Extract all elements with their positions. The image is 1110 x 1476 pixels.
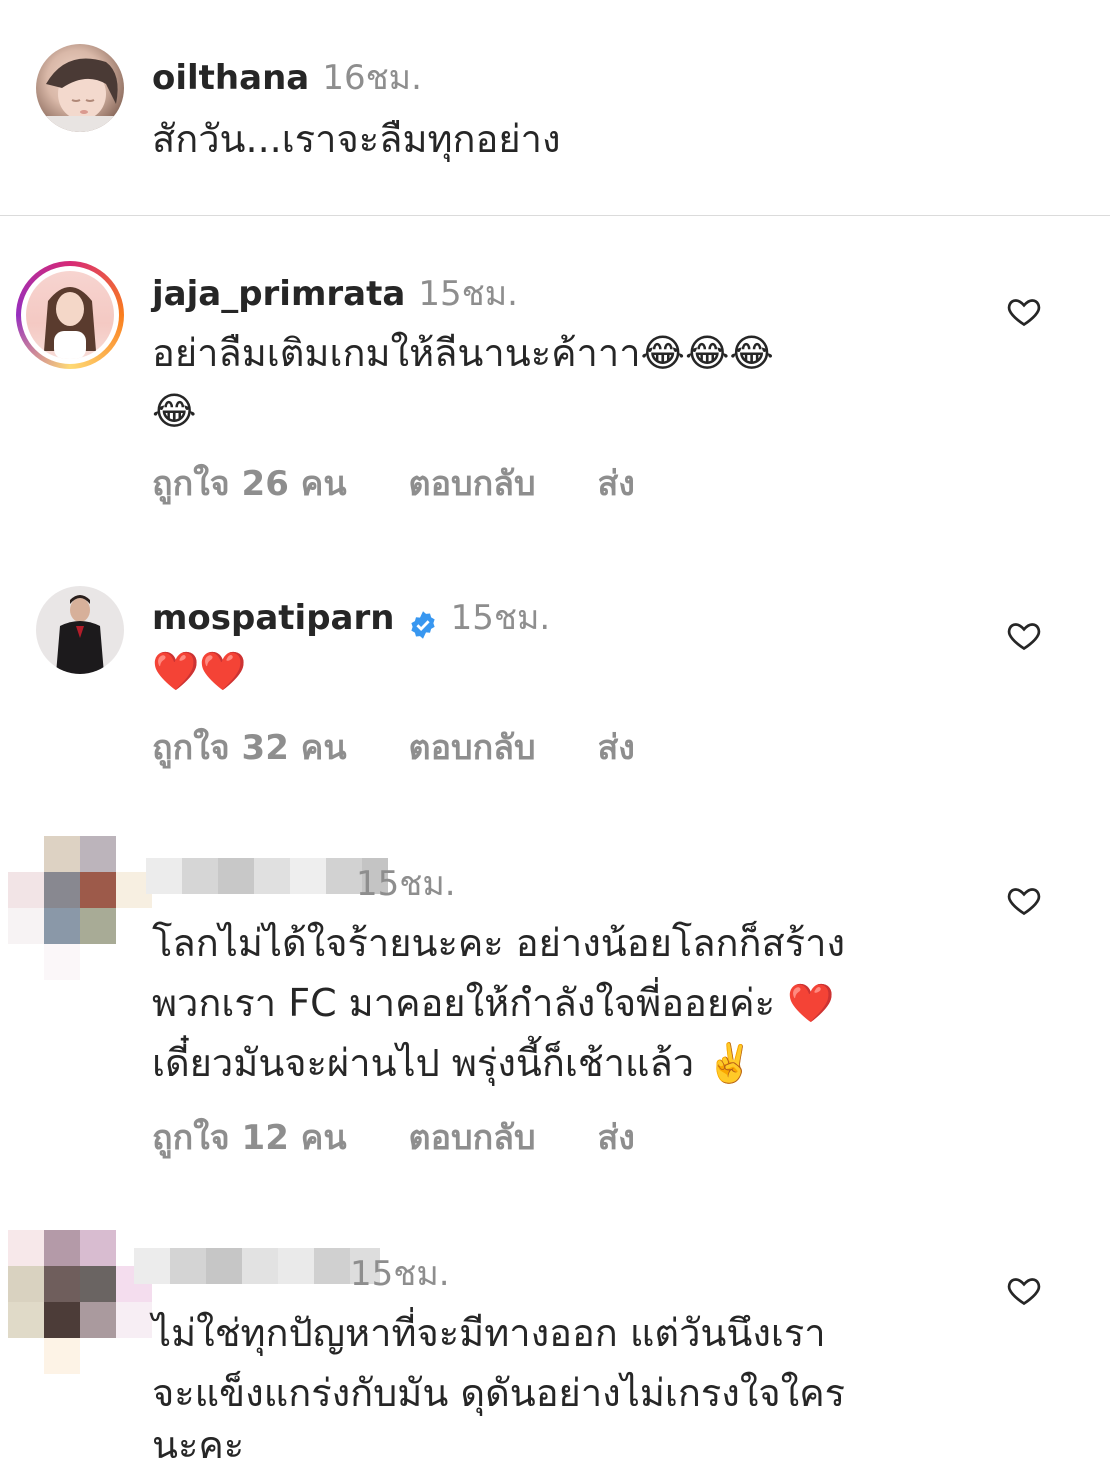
avatar-pixelated[interactable] — [8, 836, 152, 980]
likes-count[interactable]: ถูกใจ 32 คน — [152, 728, 347, 768]
avatar-image — [36, 58, 124, 132]
hidden-username — [134, 1248, 380, 1284]
comment-header: jaja_primrata 15ชม. — [152, 266, 518, 320]
comment-time: 15ชม. — [450, 598, 551, 638]
heart-outline-icon[interactable] — [1006, 1272, 1042, 1308]
likes-count[interactable]: ถูกใจ 12 คน — [152, 1118, 347, 1158]
comment-header: mospatiparn 15ชม. — [152, 590, 550, 644]
comment-actions: ถูกใจ 12 คน ตอบกลับ ส่ง — [152, 1110, 685, 1164]
heart-outline-icon[interactable] — [1006, 293, 1042, 329]
comment-text-line: โลกไม่ได้ใจร้ายนะคะ อย่างน้อยโลกก็สร้าง — [152, 921, 846, 965]
send-button[interactable]: ส่ง — [597, 728, 634, 768]
comment-text-line: 😂 — [152, 389, 197, 433]
username[interactable]: mospatiparn — [152, 598, 394, 638]
verified-badge-icon — [410, 610, 435, 639]
reply-button[interactable]: ตอบกลับ — [409, 464, 536, 504]
reply-button[interactable]: ตอบกลับ — [409, 1118, 536, 1158]
hidden-username — [146, 858, 388, 894]
heart-outline-icon[interactable] — [1006, 617, 1042, 653]
comment-time: 15ชม. — [356, 864, 456, 904]
comment-time: 15ชม. — [350, 1254, 450, 1294]
avatar-mospatiparn[interactable] — [36, 586, 124, 674]
avatar-image — [56, 595, 104, 674]
story-ring[interactable] — [16, 261, 124, 369]
divider — [0, 215, 1110, 216]
comment-text-line: พวกเรา FC มาคอยให้กำลังใจพี่ออยค่ะ ❤️ — [152, 981, 835, 1025]
likes-count[interactable]: ถูกใจ 26 คน — [152, 464, 347, 504]
comment-text-line: เดี๋ยวมันจะผ่านไป พรุ่งนี้ก็เช้าแล้ว ✌️ — [152, 1041, 754, 1085]
avatar-oilthana[interactable] — [36, 44, 124, 132]
comment-text: สักวัน...เราจะลืมทุกอย่าง — [152, 117, 561, 161]
avatar-pixelated[interactable] — [8, 1230, 152, 1374]
comment-text-line: ไม่ใช่ทุกปัญหาที่จะมีทางออก แต่วันนึงเรา — [152, 1311, 826, 1355]
username[interactable]: oilthana — [152, 58, 309, 98]
heart-outline-icon[interactable] — [1006, 882, 1042, 918]
comment-header: oilthana 16ชม. — [152, 50, 422, 104]
comment-text: ❤️❤️ — [152, 649, 247, 693]
comment-text-line: นะคะ — [152, 1423, 245, 1467]
avatar-image — [44, 287, 96, 359]
send-button[interactable]: ส่ง — [597, 1118, 634, 1158]
comment-text-line: จะแข็งแกร่งกับมัน ดุดันอย่างไม่เกรงใจใคร — [152, 1371, 846, 1415]
username[interactable]: jaja_primrata — [152, 274, 405, 314]
avatar-jaja-primrata — [26, 271, 114, 359]
comment-actions: ถูกใจ 32 คน ตอบกลับ ส่ง — [152, 720, 685, 774]
comment-time: 15ชม. — [418, 274, 518, 314]
send-button[interactable]: ส่ง — [597, 464, 634, 504]
comment-text-line: อย่าลืมเติมเกมให้ลีนานะค้าาา😂😂😂 — [152, 331, 774, 375]
comment-time: 16ชม. — [322, 58, 422, 98]
reply-button[interactable]: ตอบกลับ — [409, 728, 536, 768]
comment-actions: ถูกใจ 26 คน ตอบกลับ ส่ง — [152, 456, 685, 510]
